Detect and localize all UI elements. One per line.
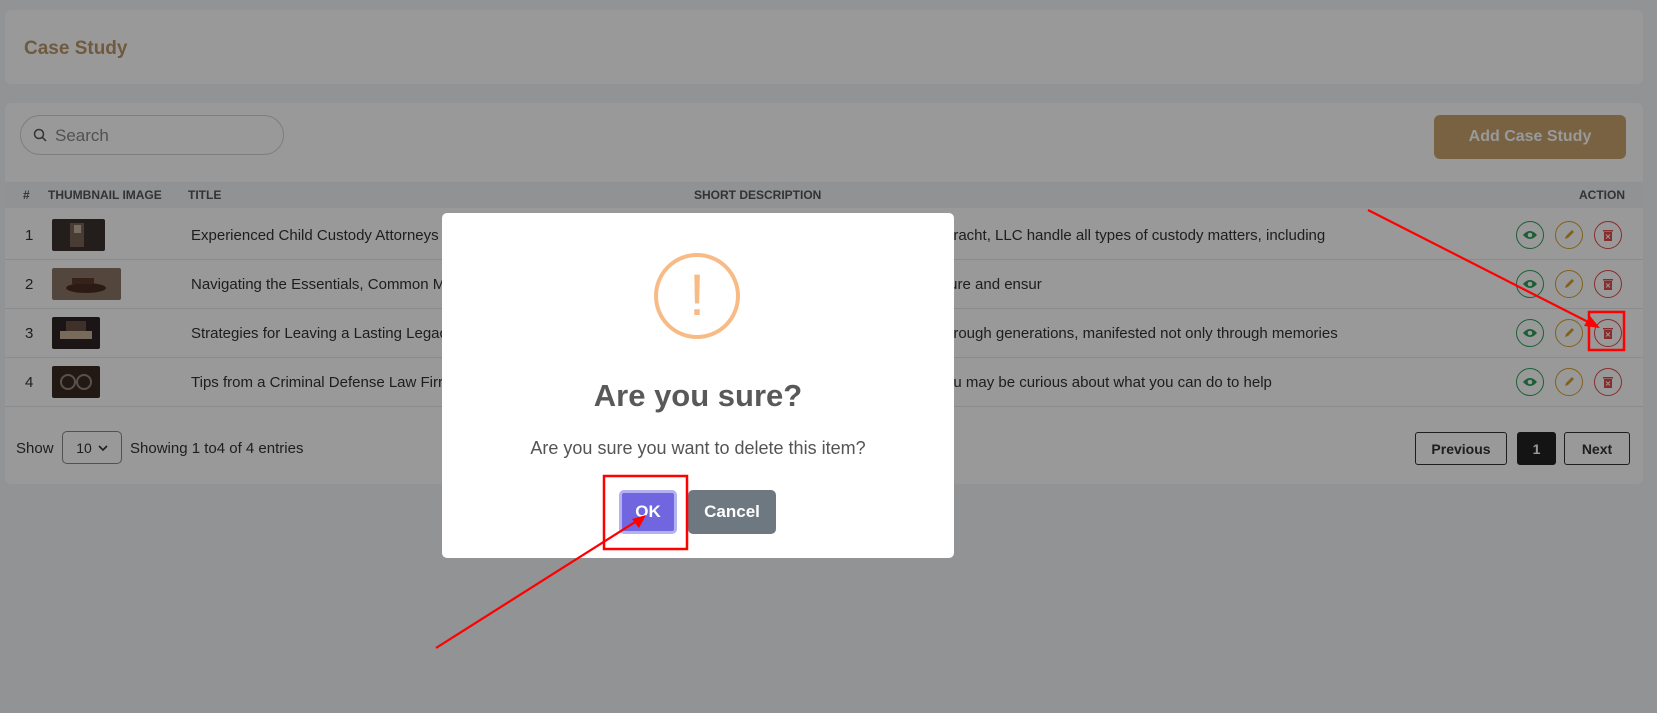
- dialog-message: Are you sure you want to delete this ite…: [530, 438, 866, 458]
- cancel-button[interactable]: Cancel: [688, 490, 776, 534]
- ok-button[interactable]: OK: [619, 490, 677, 534]
- dialog-title: Are you sure?: [593, 378, 803, 413]
- warning-icon: !: [654, 253, 740, 339]
